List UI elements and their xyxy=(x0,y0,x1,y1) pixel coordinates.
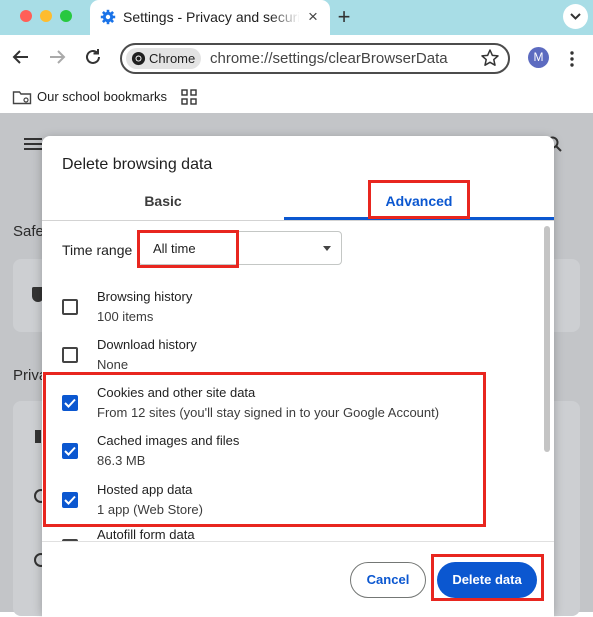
zoom-window-button[interactable] xyxy=(60,10,72,22)
list-item-browsing-history: Browsing history 100 items xyxy=(42,279,540,327)
folder-icon xyxy=(12,91,32,105)
scrollbar-thumb[interactable] xyxy=(544,226,550,452)
trash-icon xyxy=(35,430,41,443)
item-title: Download history xyxy=(97,337,197,352)
item-subtitle: 100 items xyxy=(97,309,154,324)
new-tab-button[interactable]: + xyxy=(334,6,354,28)
chrome-logo-icon xyxy=(131,51,146,66)
checkbox-download-history[interactable] xyxy=(62,347,78,363)
back-arrow-icon[interactable] xyxy=(9,45,33,69)
url-text[interactable]: chrome://settings/clearBrowserData xyxy=(210,50,448,67)
bookmarks-bar: Our school bookmarks xyxy=(0,81,593,113)
bookmark-folder-our-school[interactable]: Our school bookmarks xyxy=(37,89,167,104)
profile-avatar[interactable]: M xyxy=(528,47,549,68)
cancel-button[interactable]: Cancel xyxy=(350,562,426,598)
settings-gear-icon xyxy=(100,9,116,25)
apps-grid-icon[interactable] xyxy=(181,89,197,105)
dropdown-arrow-icon xyxy=(323,246,331,251)
dialog-tabs: Basic Advanced xyxy=(42,182,554,221)
chevron-down-icon xyxy=(570,13,581,20)
highlight-advanced-tab xyxy=(368,180,470,219)
chip-label: Chrome xyxy=(149,51,196,66)
tab-search-button[interactable] xyxy=(563,4,588,29)
item-subtitle: None xyxy=(97,357,129,372)
minimize-window-button[interactable] xyxy=(40,10,52,22)
time-range-label: Time range xyxy=(62,242,133,258)
site-info-chip[interactable]: Chrome xyxy=(126,48,201,69)
tab-settings[interactable]: Settings - Privacy and security × xyxy=(90,0,330,35)
list-item-download-history: Download history None xyxy=(42,327,540,375)
highlight-delete-button xyxy=(431,554,544,601)
item-title: Autofill form data xyxy=(97,527,195,541)
hamburger-menu-icon xyxy=(24,138,42,150)
bookmark-star-icon[interactable] xyxy=(480,48,500,68)
close-window-button[interactable] xyxy=(20,10,32,22)
dialog-title: Delete browsing data xyxy=(62,156,213,173)
forward-arrow-icon[interactable] xyxy=(45,45,69,69)
highlight-selected-items xyxy=(43,372,486,527)
item-title: Browsing history xyxy=(97,289,193,304)
tab-strip: Settings - Privacy and security × + xyxy=(0,0,593,35)
close-tab-icon[interactable]: × xyxy=(304,8,322,26)
checkbox-browsing-history[interactable] xyxy=(62,299,78,315)
tab-basic[interactable]: Basic xyxy=(42,182,284,220)
reload-icon[interactable] xyxy=(81,45,105,69)
highlight-time-range xyxy=(137,230,239,268)
address-bar[interactable]: Chrome chrome://settings/clearBrowserDat… xyxy=(120,43,510,74)
more-menu-icon[interactable] xyxy=(565,49,579,69)
toolbar: Chrome chrome://settings/clearBrowserDat… xyxy=(0,35,593,81)
safety-check-heading: Safe xyxy=(13,223,44,240)
